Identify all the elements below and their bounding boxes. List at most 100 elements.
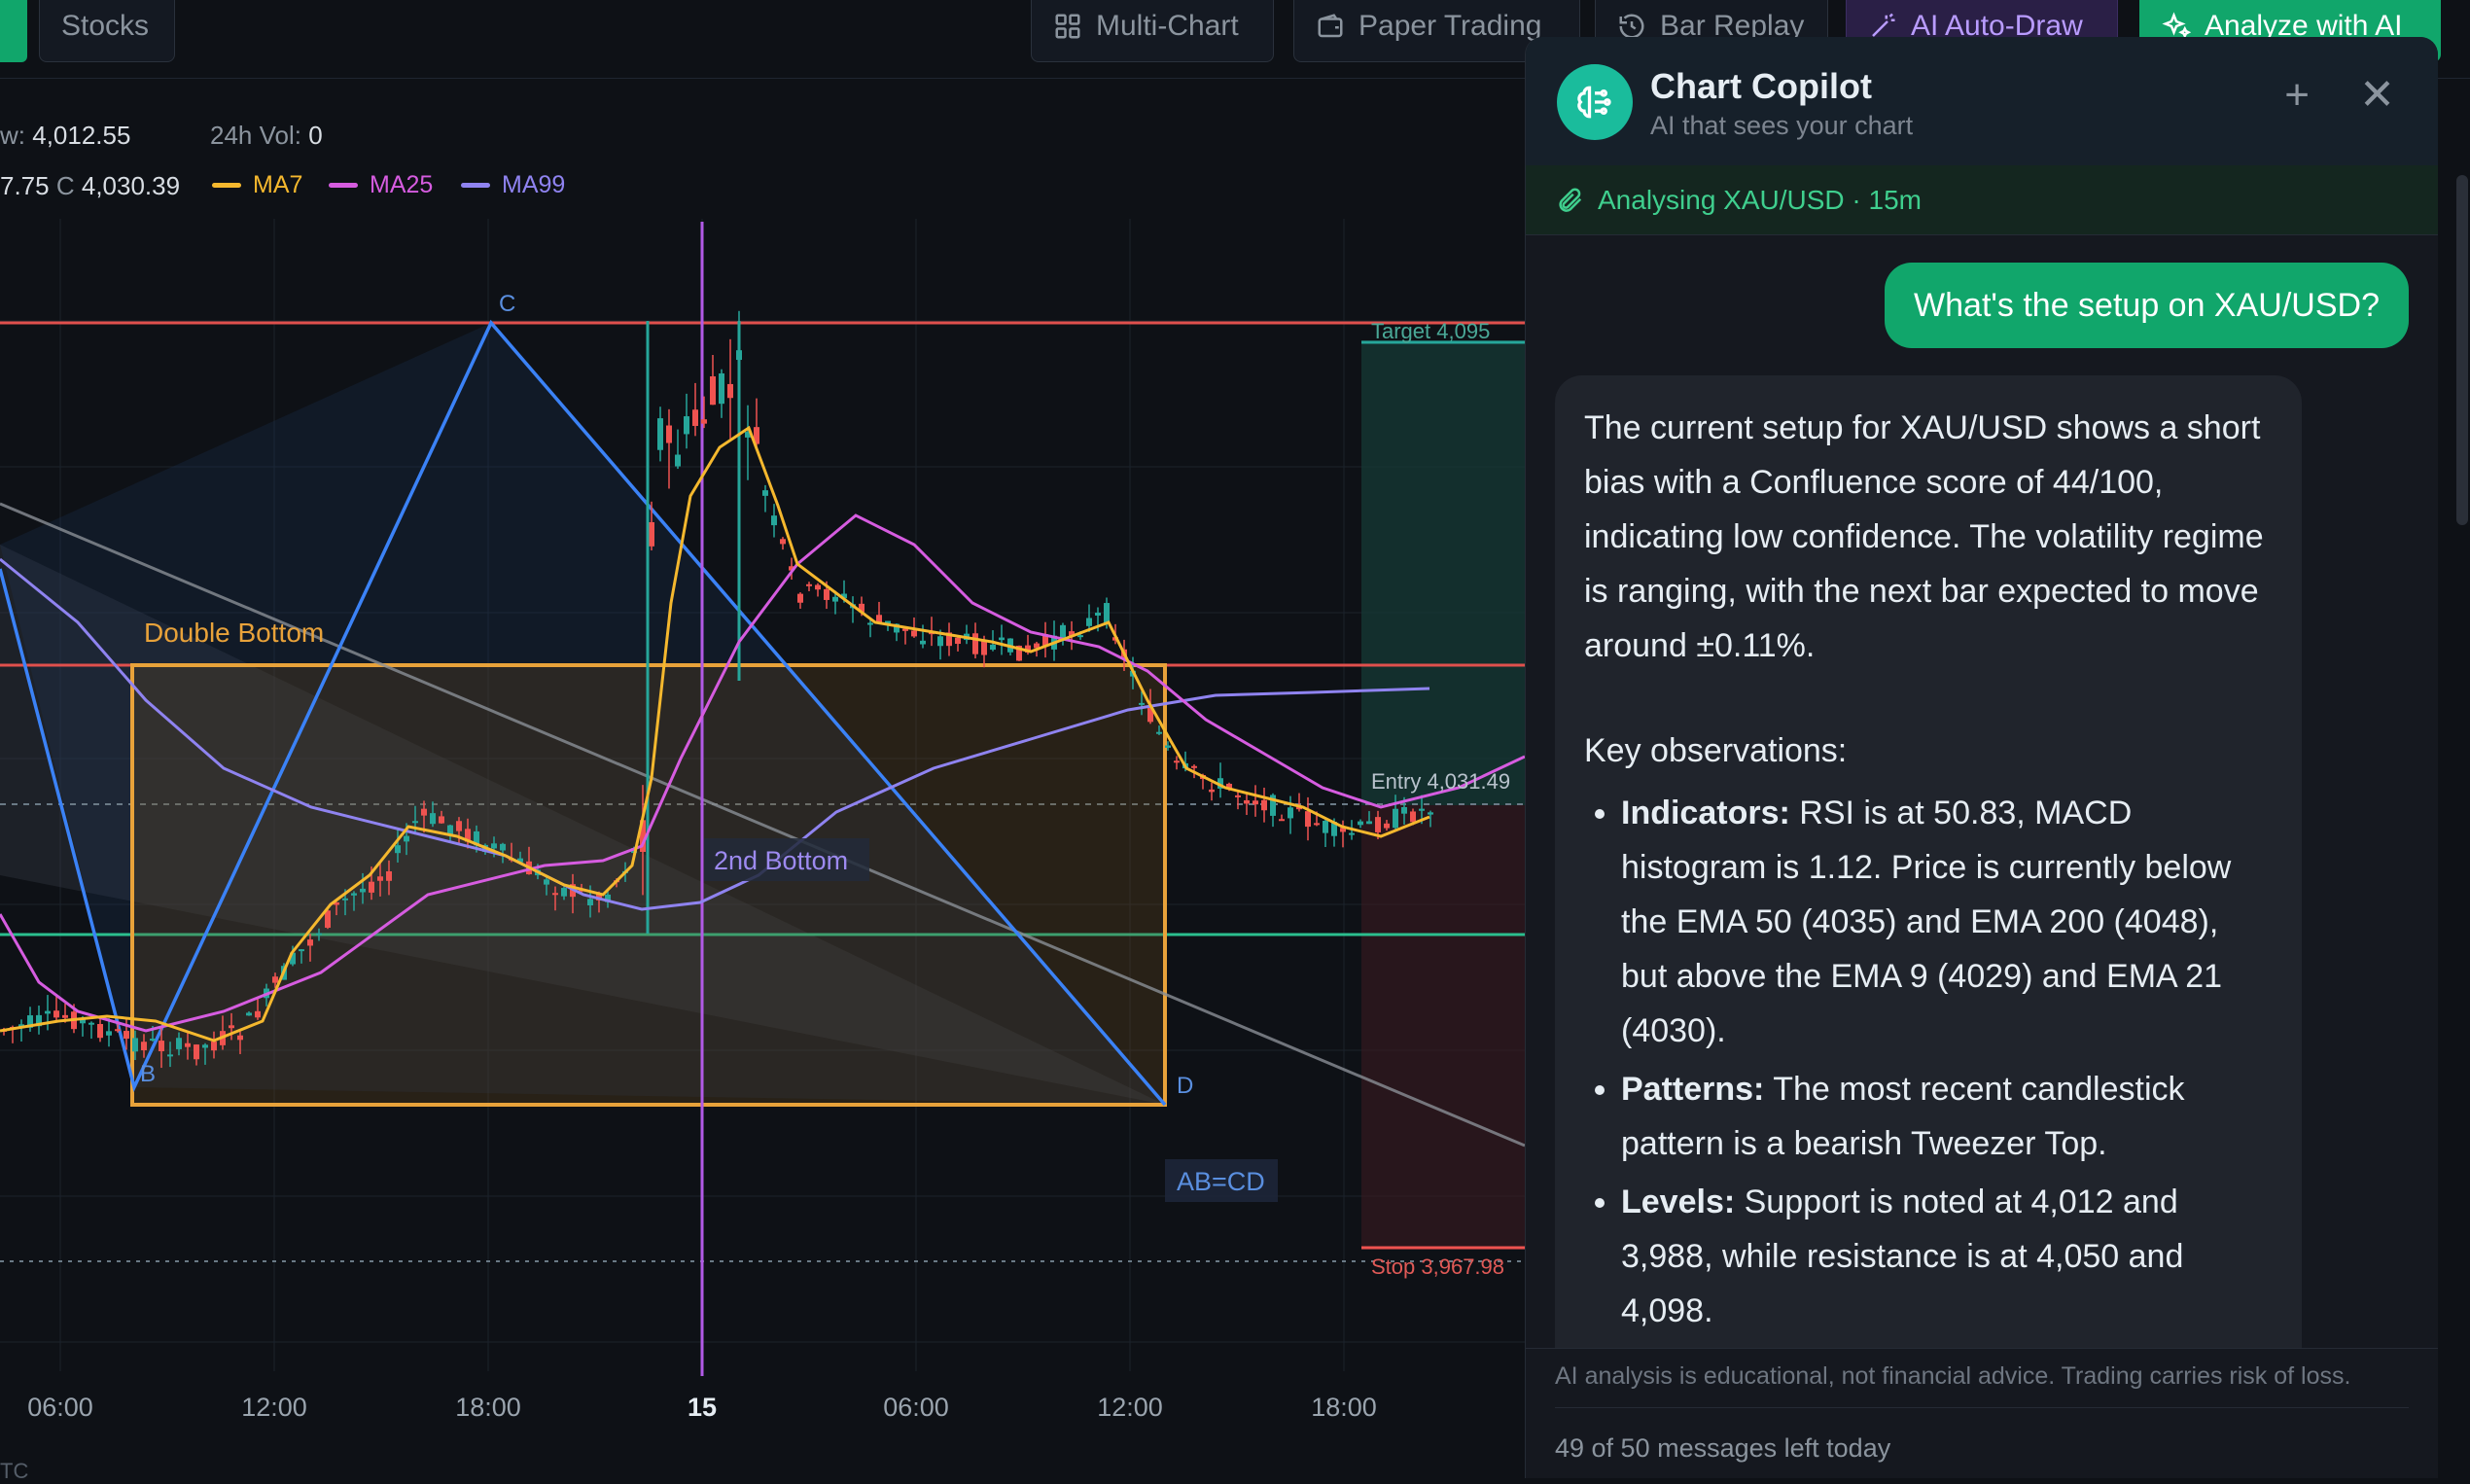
candle-body: [97, 1024, 103, 1039]
target-zone: [1361, 340, 1525, 805]
candle-body: [657, 418, 663, 450]
candle-body: [246, 1012, 252, 1016]
disclaimer: AI analysis is educational, not financia…: [1555, 1362, 2351, 1390]
candle-body: [649, 521, 654, 547]
ma7-legend[interactable]: MA7: [212, 171, 302, 199]
candle-body: [255, 1010, 261, 1018]
candle-body: [710, 376, 716, 406]
copilot-title: Chart Copilot: [1650, 66, 1872, 106]
candle-body: [806, 583, 812, 586]
time-tick: 18:00: [1311, 1393, 1377, 1422]
multi-chart-button[interactable]: Multi-Chart: [1031, 0, 1274, 62]
ma7-label: MA7: [253, 171, 303, 198]
candle-body: [1428, 812, 1433, 815]
ohlc-value: 7.75: [0, 171, 50, 200]
candle-body: [1323, 821, 1328, 833]
candle-body: [395, 845, 401, 854]
observation-list: Indicators: RSI is at 50.83, MACD histog…: [1584, 786, 2273, 1338]
abcd-label: AB=CD: [1177, 1167, 1265, 1196]
volume-value: 0: [308, 121, 323, 150]
candle-body: [421, 808, 427, 816]
candle-body: [824, 588, 829, 600]
low-stat: w: 4,012.55: [0, 121, 130, 151]
candle-body: [141, 1042, 147, 1051]
grid-icon: [1055, 14, 1080, 39]
candle-body: [1419, 808, 1425, 811]
candle-body: [1235, 795, 1241, 797]
time-tick: 06:00: [883, 1393, 949, 1422]
copilot-subtitle: AI that sees your chart: [1650, 111, 1914, 140]
active-tab-indicator[interactable]: [0, 0, 27, 62]
candle-body: [1384, 823, 1390, 829]
point-d-label: D: [1177, 1073, 1193, 1099]
ma7-swatch: [212, 183, 241, 188]
ohlc-stat: 7.75 C 4,030.39: [0, 171, 180, 201]
candle-body: [1104, 603, 1110, 623]
stocks-button[interactable]: Stocks: [39, 0, 175, 62]
candle-body: [955, 637, 961, 645]
candle-body: [342, 898, 348, 901]
close-icon[interactable]: ✕: [2359, 74, 2395, 117]
candle-body: [412, 821, 418, 824]
candle-body: [1279, 819, 1285, 822]
candle-body: [439, 816, 444, 824]
candle-body: [815, 584, 821, 590]
user-message: What's the setup on XAU/USD?: [1885, 263, 2409, 348]
candle-body: [299, 949, 304, 952]
ma25-swatch: [329, 183, 358, 188]
candle-body: [115, 1029, 121, 1032]
analysis-status: Analysing XAU/USD · 15m: [1526, 165, 2438, 235]
candle-body: [1086, 618, 1092, 626]
candle-body: [1253, 800, 1258, 805]
list-item: Patterns: The most recent candlestick pa…: [1621, 1062, 2273, 1171]
ma99-label: MA99: [502, 171, 566, 198]
candle-body: [1314, 823, 1320, 826]
candle-body: [307, 939, 313, 946]
candle-body: [666, 425, 672, 443]
candle-body: [456, 821, 462, 831]
volume-label: 24h Vol:: [210, 121, 301, 150]
price-chart[interactable]: C B D Double Bottom 2nd Bottom AB=CD Tar…: [0, 219, 1525, 1400]
panel-scrollbar[interactable]: [2456, 175, 2468, 525]
time-tick: 18:00: [455, 1393, 521, 1422]
entry-label: Entry 4,031.49: [1371, 769, 1510, 794]
candle-body: [867, 622, 873, 625]
candle-body: [194, 1044, 199, 1060]
candle-body: [771, 515, 777, 526]
candle-body: [45, 1010, 51, 1014]
assistant-message: The current setup for XAU/USD shows a sh…: [1555, 375, 2302, 1406]
target-label: Target 4,095: [1371, 319, 1490, 343]
candle-body: [1393, 808, 1398, 829]
low-value: 4,012.55: [32, 121, 131, 150]
brain-icon: [1557, 64, 1633, 140]
candle-body: [937, 636, 943, 647]
candle-body: [132, 1038, 138, 1052]
bullet-text: RSI is at 50.83, MACD histogram is 1.12.…: [1621, 795, 2232, 1049]
candle-body: [1165, 745, 1171, 748]
time-tick: 12:00: [241, 1393, 307, 1422]
double-bottom-label: Double Bottom: [144, 618, 324, 648]
ma25-legend[interactable]: MA25: [329, 171, 433, 199]
candle-body: [1156, 731, 1162, 734]
reply-key-observations: Key observations:: [1584, 732, 1848, 769]
list-item: Levels: Support is noted at 4,012 and 3,…: [1621, 1175, 2273, 1338]
candle-body: [237, 1035, 243, 1041]
candle-body: [53, 1010, 59, 1018]
candle-body: [1244, 799, 1250, 804]
candle-body: [377, 876, 383, 881]
candle-body: [1139, 702, 1145, 705]
new-chat-icon[interactable]: +: [2284, 74, 2310, 117]
wallet-icon: [1318, 14, 1343, 38]
ma99-legend[interactable]: MA99: [461, 171, 565, 199]
stop-zone: [1361, 805, 1525, 1250]
second-bottom-label: 2nd Bottom: [714, 846, 848, 875]
candle-body: [1401, 806, 1407, 814]
paperclip-icon: [1559, 187, 1582, 212]
copilot-header: Chart Copilot AI that sees your chart + …: [1526, 37, 2438, 166]
bullet-heading: Levels:: [1621, 1184, 1736, 1220]
candle-body: [325, 910, 331, 928]
candle-body: [211, 1042, 217, 1051]
list-item: Indicators: RSI is at 50.83, MACD histog…: [1621, 786, 2273, 1058]
bullet-heading: Patterns:: [1621, 1071, 1765, 1108]
candle-body: [1095, 612, 1101, 617]
